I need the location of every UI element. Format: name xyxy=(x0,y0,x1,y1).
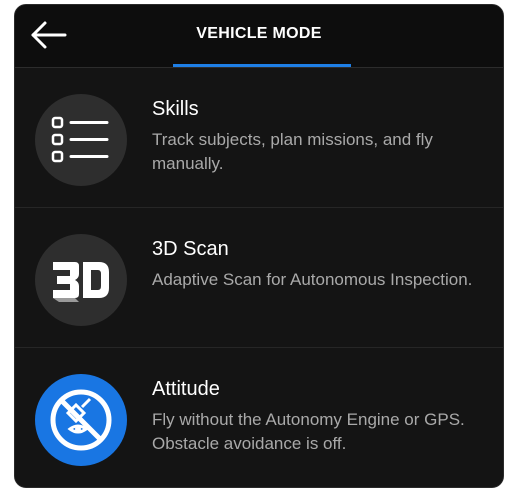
active-tab-indicator xyxy=(173,64,351,67)
mode-item-attitude[interactable]: Attitude Fly without the Autonomy Engine… xyxy=(15,348,503,487)
mode-description: Track subjects, plan missions, and fly m… xyxy=(152,130,433,173)
top-bar: VEHICLE MODE xyxy=(15,5,503,68)
device-screen: VEHICLE MODE Skills Track subjects, plan… xyxy=(14,4,504,488)
mode-list: Skills Track subjects, plan missions, an… xyxy=(15,68,503,487)
mode-item-skills[interactable]: Skills Track subjects, plan missions, an… xyxy=(15,68,503,208)
no-autonomy-icon xyxy=(35,374,127,466)
mode-item-3d-scan[interactable]: 3D Scan Adaptive Scan for Autonomous Ins… xyxy=(15,208,503,348)
mode-title: Skills xyxy=(152,98,199,120)
list-icon xyxy=(35,94,127,186)
mode-title: 3D Scan xyxy=(152,238,229,260)
3d-scan-icon xyxy=(35,234,127,326)
mode-description: Adaptive Scan for Autonomous Inspection. xyxy=(152,270,473,289)
mode-title: Attitude xyxy=(152,378,220,400)
mode-description: Fly without the Autonomy Engine or GPS. … xyxy=(152,410,465,453)
page-title: VEHICLE MODE xyxy=(196,25,322,42)
